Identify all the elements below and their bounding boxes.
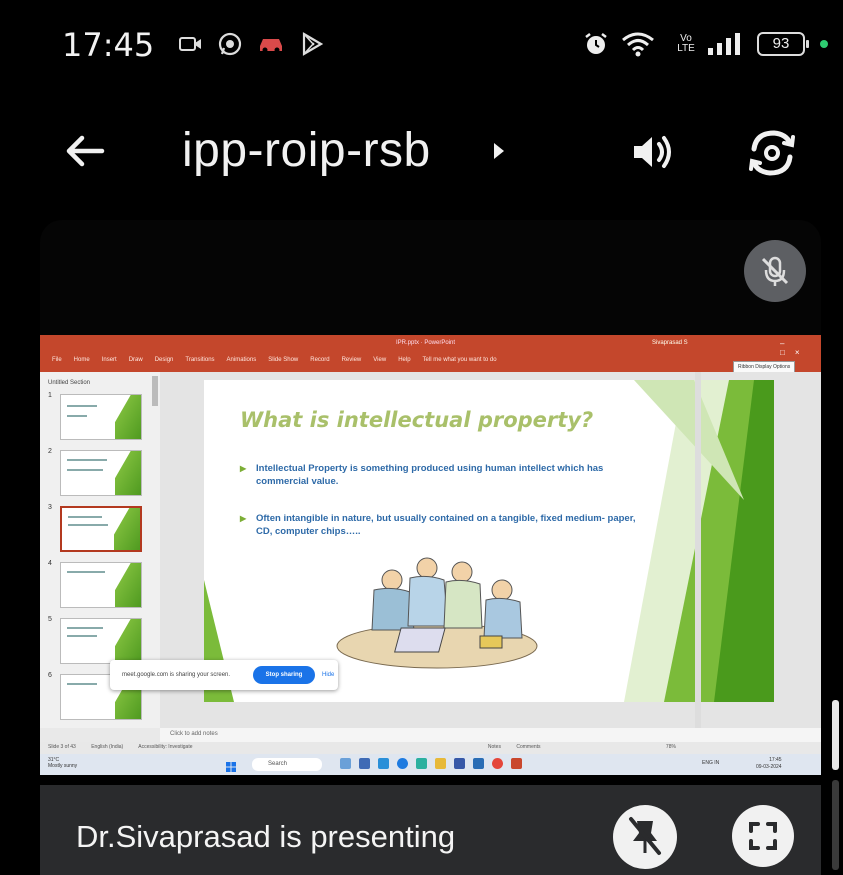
slide-count: Slide 3 of 43 <box>48 744 76 750</box>
chrome-icon <box>492 758 503 769</box>
ppt-tab: Design <box>154 357 174 363</box>
ppt-user: Sivaprasad S <box>652 340 688 346</box>
slide-thumbnail <box>60 562 142 608</box>
shared-screen: IPR.pptx · PowerPoint File Home Insert D… <box>40 335 821 775</box>
taskbar-weather: 31°C Mostly sunny <box>48 757 77 769</box>
taskbar-lang: ENG IN <box>702 760 720 766</box>
presentation-tile[interactable]: IPR.pptx · PowerPoint File Home Insert D… <box>40 220 821 875</box>
status-clock: 17:45 <box>62 26 155 64</box>
wifi-icon <box>620 30 656 58</box>
caret-right-icon[interactable] <box>492 141 506 161</box>
speaker-icon[interactable] <box>628 127 678 177</box>
slide-thumbnail <box>60 394 142 440</box>
fullscreen-icon[interactable] <box>732 805 794 867</box>
volte-icon: Vo LTE <box>677 33 695 54</box>
app-bar: ipp-roip-rsb <box>0 105 843 195</box>
signal-icon <box>705 30 745 58</box>
thumb-number: 2 <box>48 448 52 455</box>
ppt-ribbon-tabs: File Home Insert Draw Design Transitions… <box>52 357 497 363</box>
mic-off-icon <box>744 240 806 302</box>
taskbar-search: Search <box>252 758 322 771</box>
notes-toggle: Notes <box>487 744 501 750</box>
share-banner-text: meet.google.com is sharing your screen. <box>122 672 231 678</box>
taskbar-app-icon <box>454 758 465 769</box>
taskbar-date: 09-03-2024 <box>756 764 782 770</box>
slide-bullet: Often intangible in nature, but usually … <box>240 512 650 538</box>
ppt-tell-me: Tell me what you want to do <box>422 357 497 363</box>
taskbar-clock: 17:45 09-03-2024 <box>756 757 782 771</box>
ppt-tab: Transitions <box>185 357 215 363</box>
ppt-tab: Insert <box>101 357 117 363</box>
folder-icon <box>435 758 446 769</box>
presenting-bar: Dr.Sivaprasad is presenting <box>40 785 821 875</box>
zoom-level: 78% <box>665 744 676 750</box>
comments-toggle: Comments <box>516 744 541 750</box>
thumb-number: 4 <box>48 560 52 567</box>
slide-title: What is intellectual property? <box>240 408 594 432</box>
ppt-status-bar: Slide 3 of 43 English (India) Accessibil… <box>40 742 821 754</box>
play-store-icon <box>298 30 326 58</box>
slide-thumbnail <box>60 450 142 496</box>
slide-scrollbar <box>695 372 701 728</box>
rotate-camera-icon[interactable] <box>744 125 800 181</box>
taskbar-app-icon <box>359 758 370 769</box>
ppt-ribbon: IPR.pptx · PowerPoint File Home Insert D… <box>40 335 821 373</box>
slide-bullet: Intellectual Property is something produ… <box>240 462 650 488</box>
windows-taskbar: 31°C Mostly sunny Search ENG IN 17:45 09… <box>40 754 821 775</box>
thumb-scrollbar <box>152 376 158 406</box>
thumb-number: 5 <box>48 616 52 623</box>
slide-thumbnail <box>60 618 142 664</box>
ppt-tab: Animations <box>226 357 257 363</box>
accessibility-status: Accessibility: Investigate <box>138 744 193 750</box>
taskbar-app-icon <box>378 758 389 769</box>
thumb-number: 1 <box>48 392 52 399</box>
screen-share-banner: meet.google.com is sharing your screen. … <box>110 660 338 690</box>
meeting-title[interactable]: ipp-roip-rsb <box>182 123 431 178</box>
status-bar: 17:45 Vo LTE 93 <box>0 0 843 90</box>
powerpoint-icon <box>511 758 522 769</box>
battery-icon: 93 <box>757 32 809 56</box>
ppt-tab: File <box>52 357 62 363</box>
ppt-tab: Home <box>73 357 90 363</box>
alarm-icon <box>582 30 610 58</box>
video-icon <box>178 30 204 58</box>
taskbar-time: 17:45 <box>769 757 782 763</box>
stop-sharing-button: Stop sharing <box>253 666 315 684</box>
ppt-tab: Help <box>398 357 411 363</box>
ppt-tab: Draw <box>128 357 143 363</box>
business-people-clipart <box>336 557 538 669</box>
ppt-tab: View <box>373 357 387 363</box>
presenting-label: Dr.Sivaprasad is presenting <box>76 819 456 854</box>
section-label: Untitled Section <box>48 380 91 386</box>
thumb-number: 3 <box>48 504 52 511</box>
ppt-tab: Record <box>310 357 330 363</box>
whatsapp-icon <box>216 30 244 58</box>
windows-start-icon <box>226 759 236 772</box>
unpin-icon[interactable] <box>613 805 677 869</box>
page-scrollbar[interactable] <box>832 700 839 770</box>
current-slide: What is intellectual property? Intellect… <box>204 380 774 702</box>
car-icon <box>256 30 286 58</box>
tile-header <box>40 220 821 335</box>
hide-banner-link: Hide <box>322 672 335 678</box>
taskbar-app-icon <box>416 758 427 769</box>
page-scrollbar-track <box>832 780 839 870</box>
taskbar-apps <box>340 758 522 769</box>
slide-thumbnail-selected <box>60 506 142 552</box>
language-status: English (India) <box>91 744 124 750</box>
edge-icon <box>397 758 408 769</box>
back-arrow-icon[interactable] <box>62 127 110 175</box>
notes-placeholder: Click to add notes <box>160 728 821 742</box>
taskbar-app-icon <box>473 758 484 769</box>
taskbar-app-icon <box>340 758 351 769</box>
thumb-number: 6 <box>48 672 52 679</box>
window-controls: –□× <box>780 339 810 357</box>
privacy-indicator-dot <box>820 40 828 48</box>
ppt-tab: Review <box>341 357 362 363</box>
weather-desc: Mostly sunny <box>48 763 78 769</box>
ppt-tab: Slide Show <box>268 357 299 363</box>
ppt-window-title: IPR.pptx · PowerPoint <box>396 340 456 346</box>
